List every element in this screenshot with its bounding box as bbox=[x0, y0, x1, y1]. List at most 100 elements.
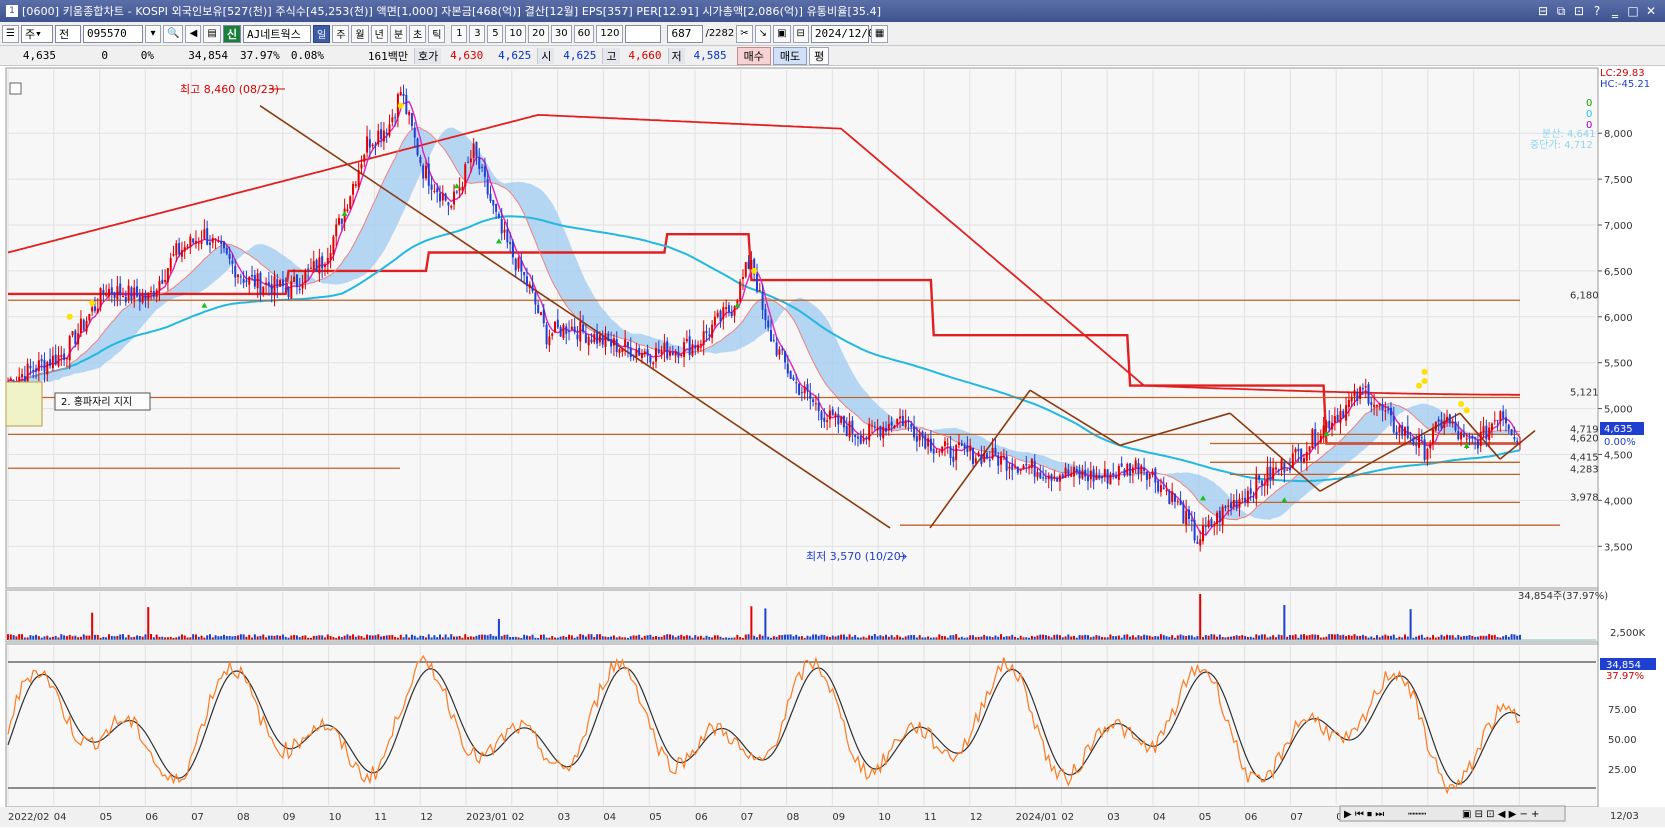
sell-button[interactable]: 매도 bbox=[772, 46, 808, 65]
candle-body bbox=[1266, 467, 1269, 486]
zoom-icon[interactable]: ┉┉┉ bbox=[1408, 809, 1426, 820]
close-icon[interactable]: ✕ bbox=[1643, 3, 1659, 19]
total-count: /2282 bbox=[705, 28, 735, 39]
candle-body bbox=[946, 443, 949, 445]
candle-body bbox=[1008, 466, 1011, 469]
interval-60-button[interactable]: 60 bbox=[573, 24, 595, 43]
volume-pane[interactable] bbox=[5, 589, 1599, 643]
chart-svg[interactable]: 6,1805,1214,7194,6204,4154,2833,978 LC:2… bbox=[0, 66, 1665, 827]
candle-body bbox=[262, 286, 265, 294]
candle-body bbox=[739, 281, 742, 302]
type-select[interactable]: 주 ▾ bbox=[20, 24, 53, 43]
stock-name-field[interactable]: AJ네트웍스 bbox=[243, 24, 311, 43]
avg-button[interactable]: 평 bbox=[809, 46, 830, 65]
maximize-icon[interactable]: □ bbox=[1625, 3, 1641, 19]
volume-bar bbox=[899, 636, 902, 640]
interval-30-button[interactable]: 30 bbox=[550, 24, 572, 43]
interval-120-button[interactable]: 120 bbox=[596, 24, 624, 43]
volume-bar bbox=[539, 634, 542, 640]
nav-icon[interactable]: ▤ bbox=[203, 24, 221, 43]
volume-bar bbox=[1325, 636, 1328, 640]
count-input[interactable]: 687 bbox=[667, 24, 704, 43]
buy-button[interactable]: 매수 bbox=[736, 46, 771, 65]
question-icon[interactable]: ? bbox=[1589, 3, 1605, 19]
volume-bar bbox=[262, 634, 265, 640]
candle-body bbox=[1238, 499, 1241, 508]
market-select[interactable]: 전 bbox=[54, 24, 81, 43]
volume-bar bbox=[758, 634, 761, 640]
period-minute-button[interactable]: 분 bbox=[389, 24, 408, 43]
interval-5-button[interactable]: 5 bbox=[487, 24, 504, 43]
grid-toggle-icon[interactable] bbox=[9, 82, 22, 95]
volume-bar bbox=[890, 635, 893, 640]
interval-10-button[interactable]: 10 bbox=[505, 24, 527, 43]
copy-icon[interactable]: ⧉ bbox=[1553, 3, 1569, 19]
lock-icon[interactable]: ⊟ bbox=[792, 24, 809, 43]
candle-body bbox=[349, 196, 352, 209]
volume-bar bbox=[486, 635, 489, 640]
help-icon[interactable]: ⊡ bbox=[1571, 3, 1587, 19]
signal-badge[interactable]: 신 bbox=[222, 24, 241, 43]
x-tick-label: 2024/01 bbox=[1016, 812, 1058, 823]
stock-code-input[interactable]: 095570 bbox=[82, 24, 143, 43]
interval-20-button[interactable]: 20 bbox=[528, 24, 549, 43]
interval-1-button[interactable]: 1 bbox=[451, 24, 468, 43]
candle-body bbox=[43, 360, 46, 372]
period-day-button[interactable]: 일 bbox=[313, 24, 331, 43]
x-tick-label: 08 bbox=[237, 812, 250, 823]
candle-body bbox=[1131, 467, 1134, 473]
candle-body bbox=[1129, 463, 1132, 476]
candle-body bbox=[220, 240, 223, 244]
interval-3-button[interactable]: 3 bbox=[469, 24, 486, 43]
minimize-icon[interactable]: ‗ bbox=[1607, 3, 1623, 19]
candle-body bbox=[1465, 438, 1468, 440]
candle-body bbox=[1171, 491, 1174, 502]
candle-body bbox=[1182, 503, 1185, 524]
volume-bar bbox=[1513, 634, 1516, 640]
candle-body bbox=[1224, 506, 1227, 509]
x-tick-label: 02 bbox=[1061, 812, 1074, 823]
period-second-button[interactable]: 초 bbox=[409, 24, 427, 43]
sound-icon[interactable]: ◀ bbox=[185, 24, 202, 43]
menu-icon[interactable]: ☰ bbox=[2, 24, 19, 43]
volume-bar bbox=[1126, 634, 1129, 640]
volume-bar bbox=[385, 635, 388, 640]
candle-body bbox=[1260, 480, 1263, 486]
tools-icon[interactable]: ▣ ⊟ ⊡ ◀ ▶ − + bbox=[1462, 809, 1539, 820]
candle-body bbox=[1317, 442, 1320, 445]
candle-body bbox=[1112, 473, 1115, 476]
restore-icon[interactable]: ⊟ bbox=[1535, 3, 1551, 19]
interval-custom-input[interactable] bbox=[625, 24, 662, 43]
candle-body bbox=[1350, 397, 1353, 402]
candle-body bbox=[368, 139, 371, 148]
period-week-button[interactable]: 주 bbox=[332, 24, 350, 43]
chart-area[interactable]: 6,180 5,121 4,719 4,620 4,415 4,283 3,978 LC:2… bbox=[0, 66, 1665, 827]
scroll-controls[interactable]: ▶ ⏮ ⏹ ⏭ ┉┉┉ ▣ ⊟ ⊡ ◀ ▶ − + bbox=[1339, 805, 1566, 822]
period-year-button[interactable]: 년 bbox=[370, 24, 388, 43]
candle-body bbox=[211, 237, 214, 243]
date-input[interactable]: 2024/12/03 bbox=[810, 24, 881, 43]
code-dropdown-icon[interactable]: ▾ bbox=[144, 24, 161, 43]
x-tick-label: 12 bbox=[420, 812, 433, 823]
candle-body bbox=[315, 259, 318, 272]
scissors-icon[interactable]: ✂ bbox=[736, 24, 753, 43]
search-icon[interactable]: 🔍 bbox=[162, 24, 184, 43]
save-icon[interactable]: ▣ bbox=[773, 24, 791, 43]
period-month-button[interactable]: 월 bbox=[351, 24, 369, 43]
volume-bar bbox=[349, 635, 352, 640]
toggle-icon[interactable]: ↘ bbox=[754, 24, 772, 43]
low-annotation: 최저 3,570 (10/20) bbox=[806, 550, 905, 563]
x-tick-label: 03 bbox=[1107, 812, 1120, 823]
lc-label: LC:29.83 bbox=[1600, 68, 1645, 79]
period-tick-button[interactable]: 틱 bbox=[428, 24, 446, 43]
candle-body bbox=[618, 349, 621, 353]
calendar-icon[interactable]: ▦ bbox=[870, 24, 889, 43]
x-tick-label: 2023/01 bbox=[466, 812, 508, 823]
candle-body bbox=[136, 286, 139, 297]
candle-body bbox=[1507, 424, 1510, 430]
candle-body bbox=[1263, 483, 1266, 486]
legend-value-2: 0 bbox=[1586, 109, 1592, 120]
x-tick-label: 04 bbox=[603, 812, 616, 823]
volume-bar bbox=[74, 635, 77, 640]
scroll-left-icon[interactable]: ▶ ⏮ ⏹ ⏭ bbox=[1344, 809, 1384, 820]
